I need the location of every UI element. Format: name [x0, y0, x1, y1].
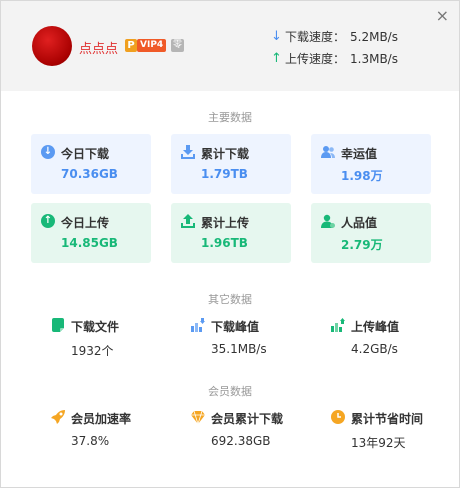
card-value: 1.96TB	[201, 236, 248, 250]
download-tray-icon	[181, 145, 195, 159]
card-label: 幸运值	[341, 147, 378, 161]
card-value: 70.36GB	[61, 167, 118, 181]
card-total-download: 累计下载 1.79TB	[171, 134, 291, 194]
stat-download-peak: 下载峰值 35.1MB/s	[171, 318, 291, 358]
stat-value: 35.1MB/s	[211, 342, 267, 356]
header-panel: 点点点 P VIP4 零 ↓ 下载速度： 5.2MB/s ↑ 上传速度： 1.3…	[1, 1, 459, 91]
card-value: 1.98万	[341, 169, 383, 183]
download-speed-value: 5.2MB/s	[350, 29, 398, 44]
stat-label: 会员累计下载	[211, 412, 284, 426]
stats-window: 点点点 P VIP4 零 ↓ 下载速度： 5.2MB/s ↑ 上传速度： 1.3…	[0, 0, 460, 488]
upload-speed-value: 1.3MB/s	[350, 51, 398, 66]
down-circle-icon: ↓	[41, 145, 55, 159]
member-section-title: 会员数据	[208, 385, 252, 398]
stat-value: 4.2GB/s	[351, 342, 398, 356]
card-label: 今日上传	[61, 216, 110, 230]
username[interactable]: 点点点	[79, 38, 118, 57]
upload-speed-label: 上传速度：	[285, 52, 346, 66]
stat-value: 37.8%	[71, 434, 110, 448]
card-today-upload: ↑ 今日上传 14.85GB	[31, 203, 151, 263]
card-total-upload: 累计上传 1.96TB	[171, 203, 291, 263]
upload-peak-icon	[331, 318, 345, 332]
stat-label: 下载文件	[71, 320, 120, 334]
stat-download-files: 下载文件 1932个	[31, 318, 151, 358]
card-label: 人品值	[341, 216, 378, 230]
stat-label: 会员加速率	[71, 412, 132, 426]
card-today-download: ↓ 今日下载 70.36GB	[31, 134, 151, 194]
user-icon	[321, 214, 335, 228]
card-character-value: 人品值 2.79万	[311, 203, 431, 263]
card-value: 1.79TB	[201, 167, 248, 181]
stat-value: 1932个	[71, 344, 114, 358]
rocket-icon	[51, 410, 65, 424]
card-label: 今日下载	[61, 147, 110, 161]
stat-label: 下载峰值	[211, 320, 260, 334]
file-icon	[52, 318, 64, 332]
download-speed-row: ↓ 下载速度： 5.2MB/s	[271, 28, 398, 45]
stat-label: 上传峰值	[351, 320, 400, 334]
card-luck-value: 幸运值 1.98万	[311, 134, 431, 194]
card-value: 14.85GB	[61, 236, 118, 250]
other-section-title: 其它数据	[208, 293, 252, 306]
stat-label: 累计节省时间	[351, 412, 424, 426]
stat-value: 692.38GB	[211, 434, 271, 448]
download-speed-label: 下载速度：	[285, 30, 346, 44]
stat-time-saved: 累计节省时间 13年92天	[311, 410, 431, 450]
card-label: 累计上传	[201, 216, 250, 230]
download-peak-icon	[191, 318, 205, 332]
clock-icon	[331, 410, 345, 424]
level-badge: 零	[171, 39, 184, 52]
main-section-title: 主要数据	[208, 111, 252, 124]
upload-speed-row: ↑ 上传速度： 1.3MB/s	[271, 50, 398, 67]
avatar[interactable]	[32, 26, 72, 66]
p-badge: P	[125, 39, 137, 52]
up-circle-icon: ↑	[41, 214, 55, 228]
stat-member-total-download: 会员累计下载 692.38GB	[171, 410, 291, 450]
card-value: 2.79万	[341, 238, 383, 252]
diamond-icon	[191, 410, 205, 424]
download-arrow-icon: ↓	[271, 29, 282, 44]
upload-tray-icon	[181, 214, 195, 228]
stat-member-acceleration: 会员加速率 37.8%	[31, 410, 151, 450]
stat-upload-peak: 上传峰值 4.2GB/s	[311, 318, 431, 358]
users-icon	[321, 146, 335, 158]
stat-value: 13年92天	[351, 436, 406, 450]
upload-arrow-icon: ↑	[271, 51, 282, 66]
card-label: 累计下载	[201, 147, 250, 161]
close-icon[interactable]: ×	[436, 7, 449, 25]
vip-badge: VIP4	[137, 39, 167, 52]
